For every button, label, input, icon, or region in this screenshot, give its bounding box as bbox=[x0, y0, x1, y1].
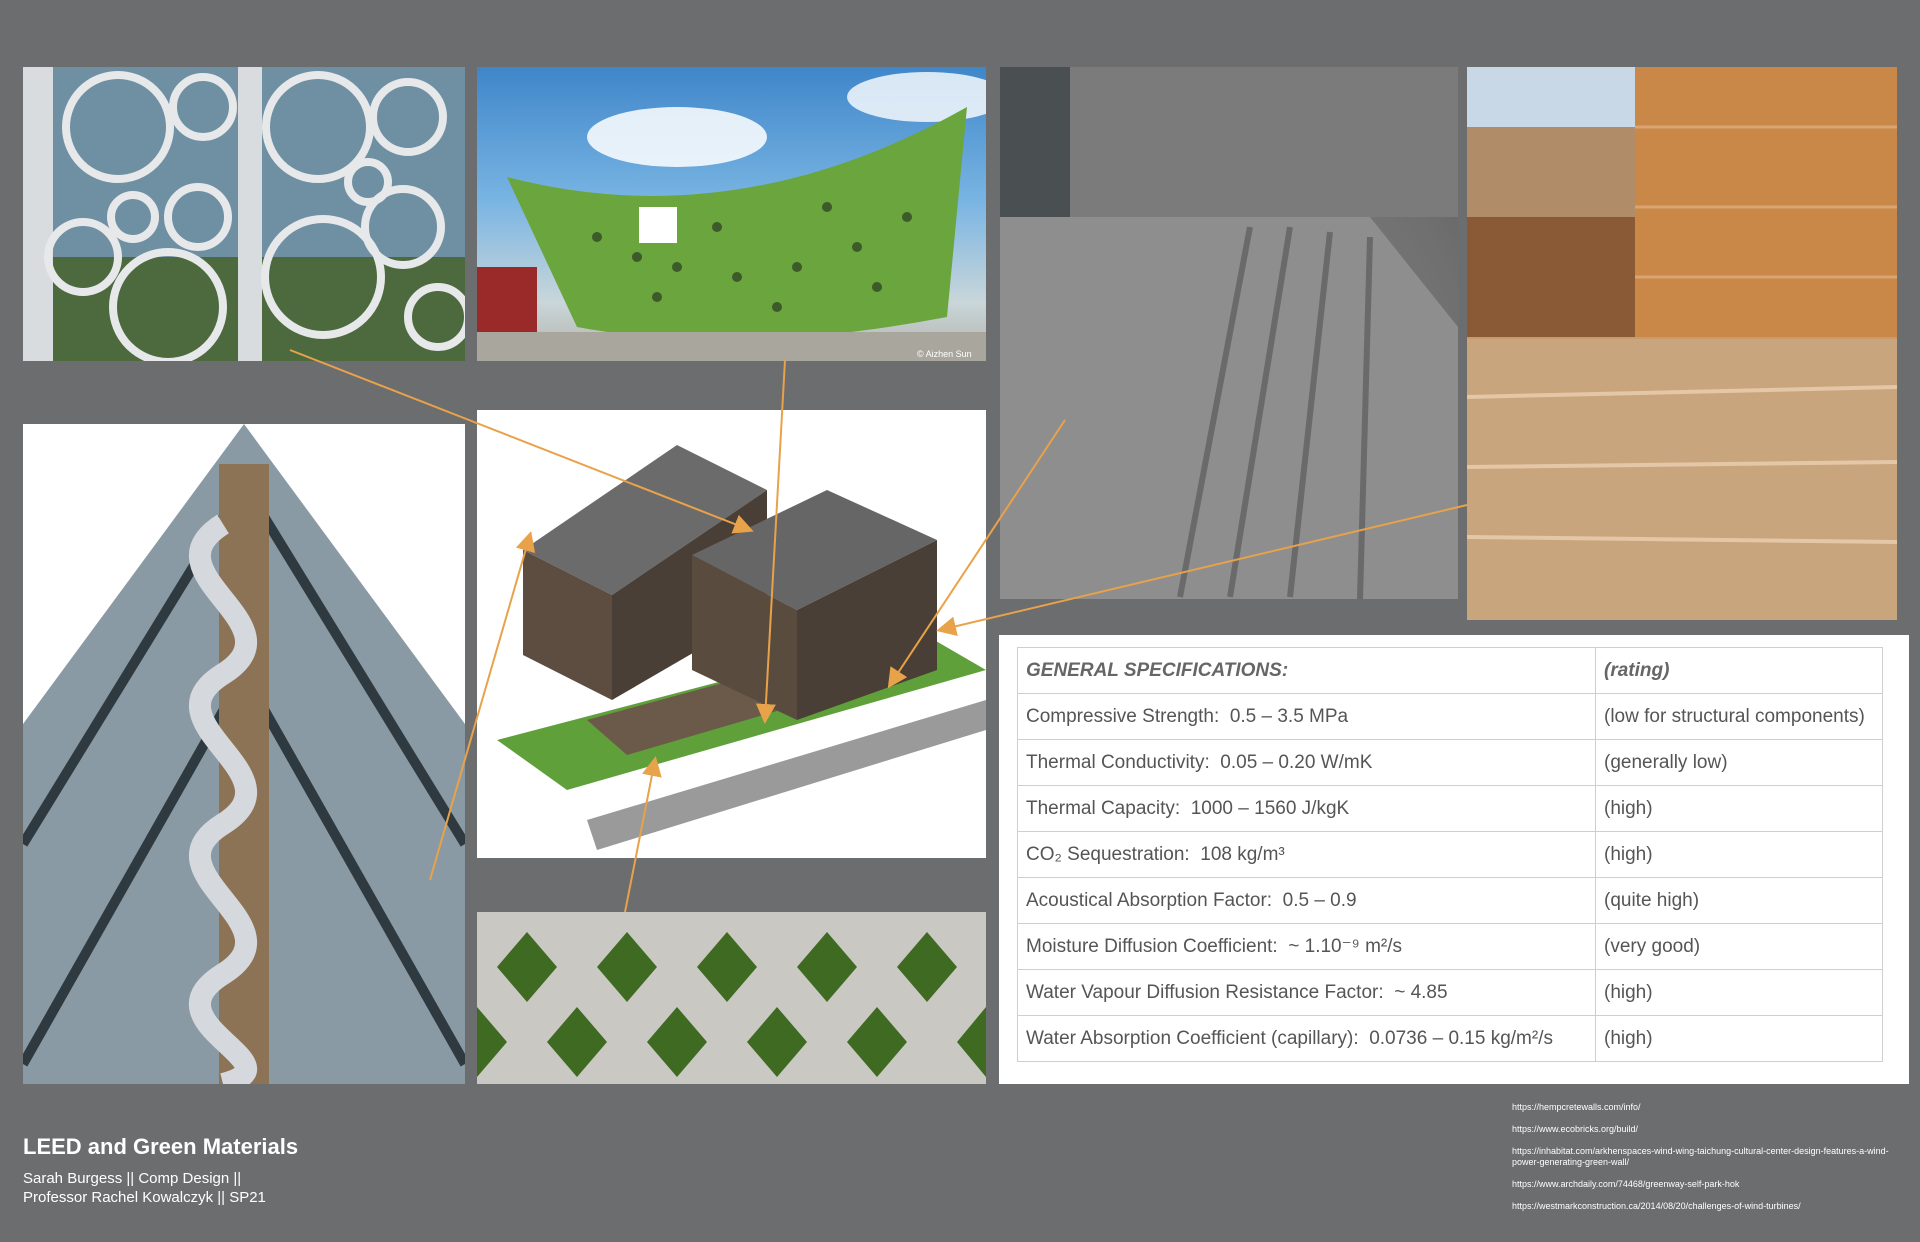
spec-value: 0.5 – 0.9 bbox=[1282, 889, 1357, 911]
building-model-image bbox=[477, 410, 986, 858]
spec-label: Compressive Strength: bbox=[1026, 705, 1220, 727]
reference-link[interactable]: https://www.archdaily.com/74468/greenway… bbox=[1512, 1179, 1912, 1190]
spec-value: 0.5 – 3.5 MPa bbox=[1229, 705, 1349, 727]
spec-rating: (high) bbox=[1595, 831, 1883, 878]
professor-line: Professor Rachel Kowalczyk || SP21 bbox=[23, 1189, 266, 1206]
hempcrete-block-image bbox=[1000, 67, 1458, 599]
spec-label: Moisture Diffusion Coefficient: bbox=[1026, 936, 1278, 957]
table-row: Thermal Conductivity: 0.05 – 0.20 W/mK (… bbox=[1017, 739, 1883, 786]
spec-rating: (generally low) bbox=[1595, 739, 1883, 786]
spec-label: Water Absorption Coefficient (capillary)… bbox=[1026, 1027, 1359, 1049]
table-row: CO₂ Sequestration: 108 kg/m³ (high) bbox=[1017, 831, 1883, 878]
spec-value: ~ 1.10⁻⁹ m²/s bbox=[1288, 936, 1402, 957]
page-title: LEED and Green Materials bbox=[23, 1134, 299, 1159]
author-line: Sarah Burgess || Comp Design || bbox=[23, 1170, 242, 1187]
table-row: Water Vapour Diffusion Resistance Factor… bbox=[1017, 969, 1883, 1016]
specifications-panel: GENERAL SPECIFICATIONS: (rating) Compres… bbox=[999, 635, 1909, 1084]
spec-rating: (high) bbox=[1595, 1015, 1883, 1062]
reference-link[interactable]: https://www.ecobricks.org/build/ bbox=[1512, 1124, 1912, 1135]
spec-rating: (high) bbox=[1595, 969, 1883, 1016]
specifications-table: GENERAL SPECIFICATIONS: (rating) Compres… bbox=[1017, 647, 1883, 1062]
table-header-row: GENERAL SPECIFICATIONS: (rating) bbox=[1017, 647, 1883, 694]
table-row: Thermal Capacity: 1000 – 1560 J/kgK (hig… bbox=[1017, 785, 1883, 832]
header-rating: (rating) bbox=[1595, 647, 1883, 694]
references-list: https://hempcretewalls.com/info/ https:/… bbox=[1512, 1102, 1912, 1223]
spec-value: 1000 – 1560 J/kgK bbox=[1190, 797, 1350, 819]
spec-value: ~ 4.85 bbox=[1394, 981, 1448, 1003]
header-label: GENERAL SPECIFICATIONS: bbox=[1017, 647, 1596, 694]
spec-label: Thermal Conductivity: bbox=[1026, 751, 1210, 773]
table-row: Compressive Strength: 0.5 – 3.5 MPa (low… bbox=[1017, 693, 1883, 740]
watermark-text: © Aizhen Sun bbox=[917, 349, 972, 359]
spec-rating: (high) bbox=[1595, 785, 1883, 832]
reference-link[interactable]: https://inhabitat.com/arkhenspaces-wind-… bbox=[1512, 1146, 1912, 1168]
green-wall-building-image: © Aizhen Sun bbox=[477, 67, 986, 361]
spec-value: 0.05 – 0.20 W/mK bbox=[1220, 751, 1373, 773]
spec-rating: (quite high) bbox=[1595, 877, 1883, 924]
table-row: Acoustical Absorption Factor: 0.5 – 0.9 … bbox=[1017, 877, 1883, 924]
table-row: Water Absorption Coefficient (capillary)… bbox=[1017, 1015, 1883, 1062]
spec-value: 108 kg/m³ bbox=[1200, 843, 1285, 865]
rammed-earth-wall-image bbox=[1467, 67, 1897, 620]
spec-label: Acoustical Absorption Factor: bbox=[1026, 889, 1273, 911]
spec-value: 0.0736 – 0.15 kg/m²/s bbox=[1369, 1027, 1553, 1049]
spec-rating: (very good) bbox=[1595, 923, 1883, 970]
spec-rating: (low for structural components) bbox=[1595, 693, 1883, 740]
grass-paver-image bbox=[477, 912, 986, 1084]
wind-turbine-facade-image bbox=[23, 67, 465, 361]
reference-link[interactable]: https://westmarkconstruction.ca/2014/08/… bbox=[1512, 1201, 1912, 1212]
reference-link[interactable]: https://hempcretewalls.com/info/ bbox=[1512, 1102, 1912, 1113]
table-row: Moisture Diffusion Coefficient: ~ 1.10⁻⁹… bbox=[1017, 923, 1883, 970]
spec-label: Water Vapour Diffusion Resistance Factor… bbox=[1026, 981, 1384, 1003]
spec-label: Thermal Capacity: bbox=[1026, 797, 1181, 819]
spec-label: CO₂ Sequestration: bbox=[1026, 843, 1190, 865]
helix-turbine-facade-image bbox=[23, 424, 465, 1084]
